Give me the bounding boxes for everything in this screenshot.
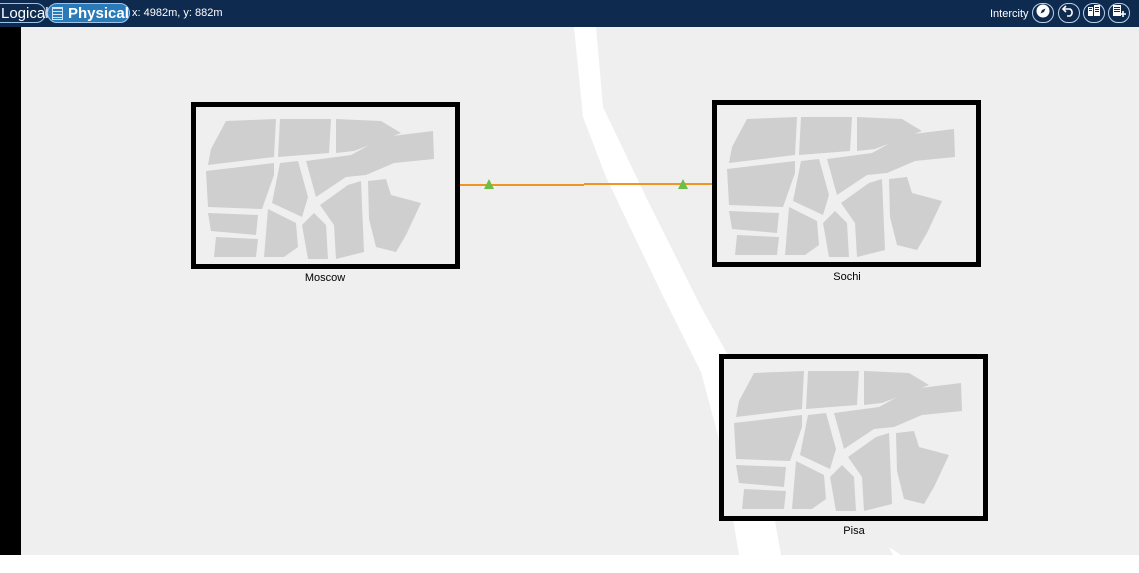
top-toolbar: Logical Physical x: 4982m, y: 882m Inter… [0,0,1139,27]
city-moscow[interactable] [191,102,460,269]
city-icon [734,371,962,511]
city-label-moscow: Moscow [304,272,346,284]
physical-workspace-icon [52,6,63,20]
city-pisa[interactable] [719,354,988,521]
location-mode-label: Intercity [990,8,1029,20]
undo-icon [1061,4,1076,22]
cursor-coordinates: x: 4982m, y: 882m [132,7,223,19]
city-sochi[interactable] [712,100,981,267]
tab-physical-label: Physical [68,4,129,22]
tab-logical[interactable]: Logical [0,3,49,23]
left-edge-strip [0,27,21,555]
tab-logical-label: Logical [1,4,49,22]
city-label-pisa: Pisa [843,525,865,537]
city-icon [1087,4,1101,22]
compass-icon [1036,4,1050,23]
city-icon [206,119,434,259]
city-icon [727,117,955,257]
navigation-button[interactable] [1032,3,1054,23]
tab-physical[interactable]: Physical [47,3,130,23]
physical-workspace-canvas[interactable]: Moscow Sochi Pisa [21,27,1139,555]
back-button[interactable] [1058,3,1080,23]
add-cabinet-icon [1112,4,1126,22]
new-city-button[interactable] [1083,3,1105,23]
new-cabinet-button[interactable] [1108,3,1130,23]
city-label-sochi: Sochi [833,271,861,283]
